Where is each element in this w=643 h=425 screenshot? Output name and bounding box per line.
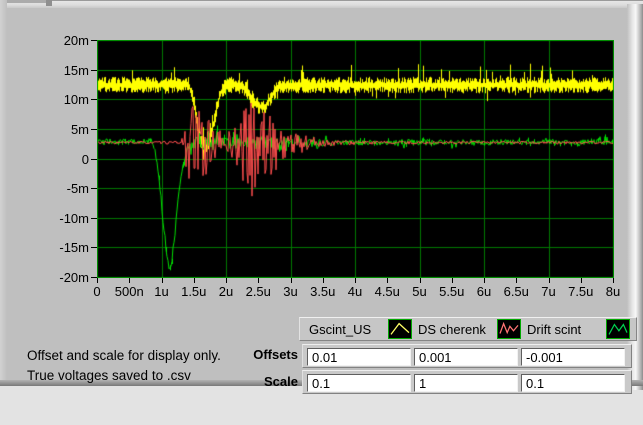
x-tick-mark <box>451 278 453 283</box>
waveform-graph <box>97 40 614 278</box>
x-tick-mark <box>419 278 421 283</box>
x-tick-mark <box>355 278 356 283</box>
display-note-line1: Offset and scale for display only. <box>27 348 221 363</box>
scale-input-1[interactable] <box>307 374 411 392</box>
legend-label: Drift scint <box>527 321 582 337</box>
legend-item-drift-scint[interactable]: Drift scint <box>527 319 636 339</box>
panel-top-bevel <box>0 0 643 8</box>
y-tick-label: -20m <box>59 270 89 285</box>
scale-cluster <box>302 370 632 394</box>
y-tick-mark <box>91 247 97 249</box>
waveform-icon[interactable] <box>497 319 521 339</box>
x-tick-mark <box>322 278 324 283</box>
x-tick-mark <box>161 278 163 283</box>
display-note-line2: True voltages saved to .csv <box>27 368 191 383</box>
y-tick-label: 5m <box>70 121 89 137</box>
y-tick-label: -15m <box>59 240 89 256</box>
x-tick-mark <box>613 278 614 283</box>
x-tick-mark <box>97 278 98 283</box>
waveform-icon[interactable] <box>388 319 412 339</box>
x-tick-mark <box>516 278 518 283</box>
scale-label: Scale <box>264 374 298 389</box>
y-tick-mark <box>91 69 97 71</box>
y-tick-label: -10m <box>59 210 89 226</box>
scale-input-2[interactable] <box>414 374 518 392</box>
x-tick-mark <box>258 278 260 283</box>
offset-input-3[interactable] <box>521 348 625 366</box>
y-tick-mark <box>91 217 97 219</box>
y-tick-label: 20m <box>63 33 89 48</box>
labview-front-panel: 20m 15m 10m 5m 0 -5m -10m -15m -20m 0 500n 1u 1.5u 2… <box>0 0 643 425</box>
x-tick-mark <box>580 278 582 283</box>
x-tick-mark <box>226 278 227 283</box>
y-tick-label: -5m <box>66 181 89 197</box>
panel-notch-decoration <box>46 0 52 6</box>
panel-left-bevel <box>0 0 7 386</box>
y-tick-label: 0 <box>81 151 89 167</box>
plot-legend: Gscint_US DS cherenk Drift scint <box>299 317 637 341</box>
offset-input-1[interactable] <box>307 348 411 366</box>
scale-input-3[interactable] <box>521 374 625 392</box>
x-tick-mark <box>129 278 131 283</box>
y-tick-mark <box>91 158 97 160</box>
y-tick-mark <box>91 99 97 101</box>
offsets-label: Offsets <box>253 347 298 362</box>
legend-item-gscint-us[interactable]: Gscint_US <box>309 319 418 339</box>
display-note: Offset and scale for display only. True … <box>27 346 221 386</box>
x-tick-mark <box>290 278 292 283</box>
y-tick-mark <box>91 188 97 190</box>
y-tick-mark <box>91 128 97 130</box>
legend-label: DS cherenk <box>418 321 486 337</box>
waveform-icon[interactable] <box>606 319 630 339</box>
x-tick-mark <box>548 278 550 283</box>
y-tick-mark <box>91 40 97 41</box>
y-tick-label: 10m <box>63 92 89 108</box>
x-tick-mark <box>387 278 389 283</box>
x-tick-mark <box>193 278 195 283</box>
offsets-cluster <box>302 344 632 368</box>
y-tick-label: 15m <box>63 62 89 78</box>
legend-label: Gscint_US <box>309 321 372 337</box>
x-tick-mark <box>484 278 485 283</box>
offset-input-2[interactable] <box>414 348 518 366</box>
x-tick-label: 8u <box>605 284 621 299</box>
legend-item-ds-cherenk[interactable]: DS cherenk <box>418 319 527 339</box>
